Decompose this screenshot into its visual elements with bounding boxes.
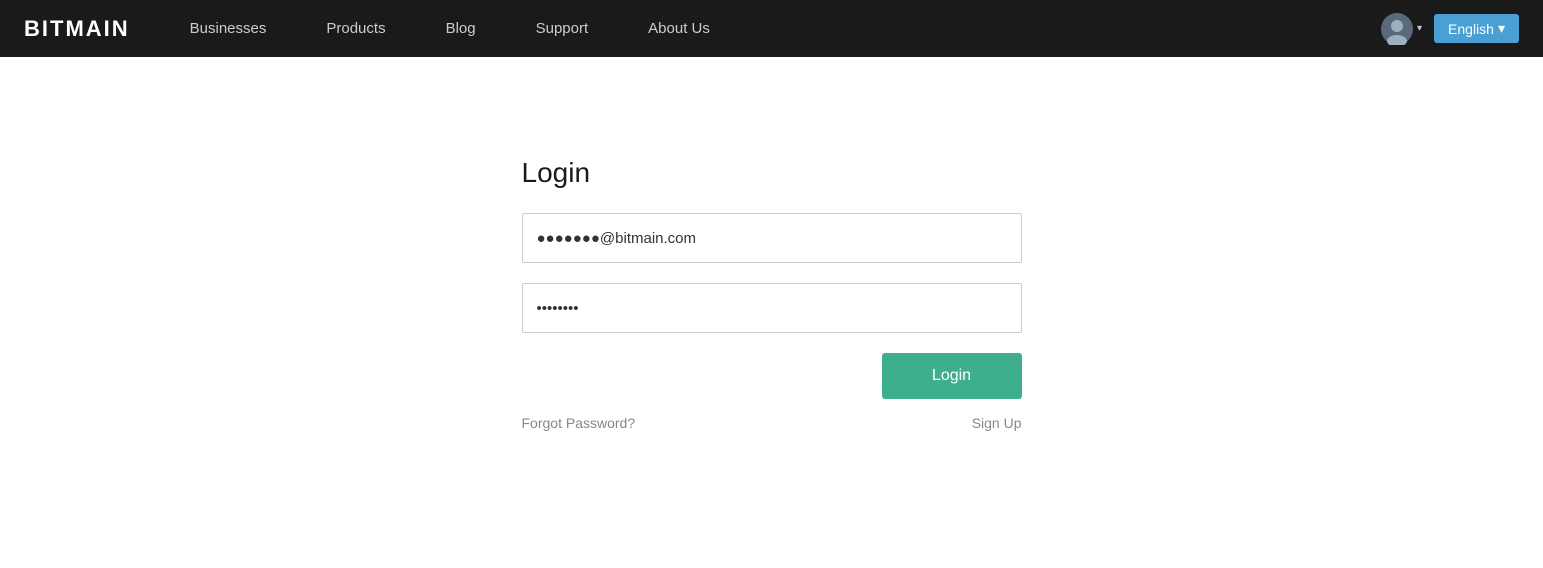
logo: BITMAIN: [24, 16, 130, 42]
password-group: [522, 283, 1022, 333]
login-button[interactable]: Login: [882, 353, 1022, 399]
language-label: English: [1448, 21, 1494, 37]
sign-up-link[interactable]: Sign Up: [972, 415, 1022, 431]
nav-blog[interactable]: Blog: [446, 20, 476, 37]
password-input[interactable]: [522, 283, 1022, 333]
email-input[interactable]: [522, 213, 1022, 263]
form-footer: Forgot Password? Sign Up: [522, 415, 1022, 431]
nav-support[interactable]: Support: [536, 20, 589, 37]
language-button[interactable]: English ▾: [1434, 14, 1519, 43]
login-title: Login: [522, 157, 1022, 189]
main-nav: Businesses Products Blog Support About U…: [190, 20, 1381, 37]
nav-products[interactable]: Products: [326, 20, 385, 37]
user-account-button[interactable]: ▾: [1381, 13, 1422, 45]
header-right: ▾ English ▾: [1381, 13, 1519, 45]
user-chevron-icon: ▾: [1417, 23, 1422, 34]
forgot-password-link[interactable]: Forgot Password?: [522, 415, 636, 431]
nav-businesses[interactable]: Businesses: [190, 20, 267, 37]
login-container: Login Login Forgot Password? Sign Up: [522, 157, 1022, 431]
nav-about-us[interactable]: About Us: [648, 20, 710, 37]
language-chevron-icon: ▾: [1498, 20, 1505, 37]
email-group: [522, 213, 1022, 263]
main-content: Login Login Forgot Password? Sign Up: [0, 57, 1543, 431]
user-avatar-icon: [1381, 13, 1413, 45]
form-actions: Login: [522, 353, 1022, 399]
main-header: BITMAIN Businesses Products Blog Support…: [0, 0, 1543, 57]
